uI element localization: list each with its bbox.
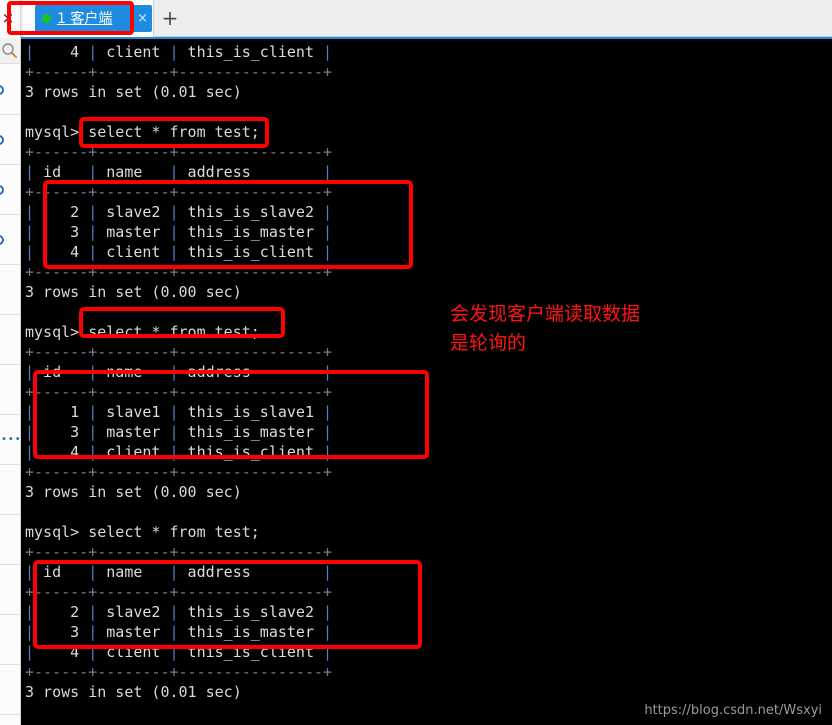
side-panel-row[interactable]: ••• — [0, 415, 20, 465]
terminal-line: | 2 | slave2 | this_is_slave2 | — [25, 603, 333, 621]
search-icon[interactable] — [1, 42, 18, 59]
overflow-dots-icon[interactable]: ••• — [1, 434, 20, 444]
close-icon[interactable]: × — [0, 10, 16, 26]
terminal-line: 3 rows in set (0.00 sec) — [25, 283, 242, 301]
terminal-line: | 4 | client | this_is_client | — [25, 443, 333, 461]
side-panel-row[interactable] — [0, 165, 20, 215]
side-panel-strip: × ••• — [0, 0, 21, 725]
tab-label: 1 客户端 — [57, 10, 113, 27]
side-panel-row[interactable] — [0, 115, 20, 165]
side-panel-row[interactable] — [0, 615, 20, 665]
watermark: https://blog.csdn.net/Wsxyi — [644, 703, 822, 718]
terminal-line: +------+--------+----------------+ — [25, 143, 333, 161]
tab-client-1[interactable]: 1 客户端 × — [35, 5, 152, 32]
terminal-panel[interactable]: | 4 | client | this_is_client | +------+-… — [21, 37, 832, 725]
new-tab-button[interactable]: + — [160, 8, 180, 28]
side-panel-row[interactable] — [0, 465, 20, 515]
side-panel-row[interactable] — [0, 65, 20, 115]
terminal-line: | 4 | client | this_is_client | — [25, 643, 333, 661]
terminal-line: | 4 | client | this_is_client | — [25, 243, 333, 261]
terminal-line: +------+--------+----------------+ — [25, 383, 333, 401]
bullet-icon — [0, 134, 4, 145]
tab-container: 1 客户端 × — [7, 0, 154, 37]
terminal-line: +------+--------+----------------+ — [25, 543, 333, 561]
terminal-line: +------+--------+----------------+ — [25, 663, 333, 681]
terminal-line: | id | name | address | — [25, 163, 333, 181]
search-bar[interactable] — [0, 38, 20, 64]
side-panel-row[interactable] — [0, 315, 20, 365]
terminal-line: +------+--------+----------------+ — [25, 63, 333, 81]
terminal-line: | 3 | master | this_is_master | — [25, 423, 333, 441]
annotation-note: 会发现客户端读取数据 是轮询的 — [450, 303, 641, 354]
terminal-line: mysql> select * from test; — [25, 123, 260, 141]
side-panel-row[interactable] — [0, 365, 20, 415]
status-dot-icon — [42, 14, 51, 23]
bullet-icon — [0, 84, 4, 95]
terminal-line: +------+--------+----------------+ — [25, 463, 333, 481]
terminal-line: 3 rows in set (0.01 sec) — [25, 683, 242, 701]
tab-bar: 1 客户端 × + — [7, 0, 832, 37]
side-panel-row[interactable] — [0, 665, 20, 715]
terminal-line: | 3 | master | this_is_master | — [25, 223, 333, 241]
app-window: × ••• 1 客户端 × + | 4 | client | this_is_c… — [0, 0, 832, 725]
terminal-line: +------+--------+----------------+ — [25, 183, 333, 201]
tab-close-icon[interactable]: × — [137, 12, 148, 25]
terminal-line: +------+--------+----------------+ — [25, 263, 333, 281]
bullet-icon — [0, 234, 4, 245]
side-panel-row[interactable] — [0, 215, 20, 265]
terminal-line: +------+--------+----------------+ — [25, 583, 333, 601]
side-panel-row[interactable] — [0, 265, 20, 315]
side-panel-row[interactable] — [0, 565, 20, 615]
terminal-line: | 4 | client | this_is_client | — [25, 43, 333, 61]
terminal-line: | 3 | master | this_is_master | — [25, 623, 333, 641]
terminal-line: | 2 | slave2 | this_is_slave2 | — [25, 203, 333, 221]
terminal-output: | 4 | client | this_is_client | +------+-… — [25, 42, 832, 725]
terminal-line: 3 rows in set (0.00 sec) — [25, 483, 242, 501]
bullet-icon — [0, 184, 4, 195]
terminal-line: | id | name | address | — [25, 563, 333, 581]
side-panel-list: ••• — [0, 65, 20, 725]
terminal-line: 3 rows in set (0.01 sec) — [25, 83, 242, 101]
terminal-line: | 1 | slave1 | this_is_slave1 | — [25, 403, 333, 421]
terminal-line: mysql> select * from test; — [25, 523, 260, 541]
side-panel-row[interactable] — [0, 515, 20, 565]
terminal-line: | id | name | address | — [25, 363, 333, 381]
